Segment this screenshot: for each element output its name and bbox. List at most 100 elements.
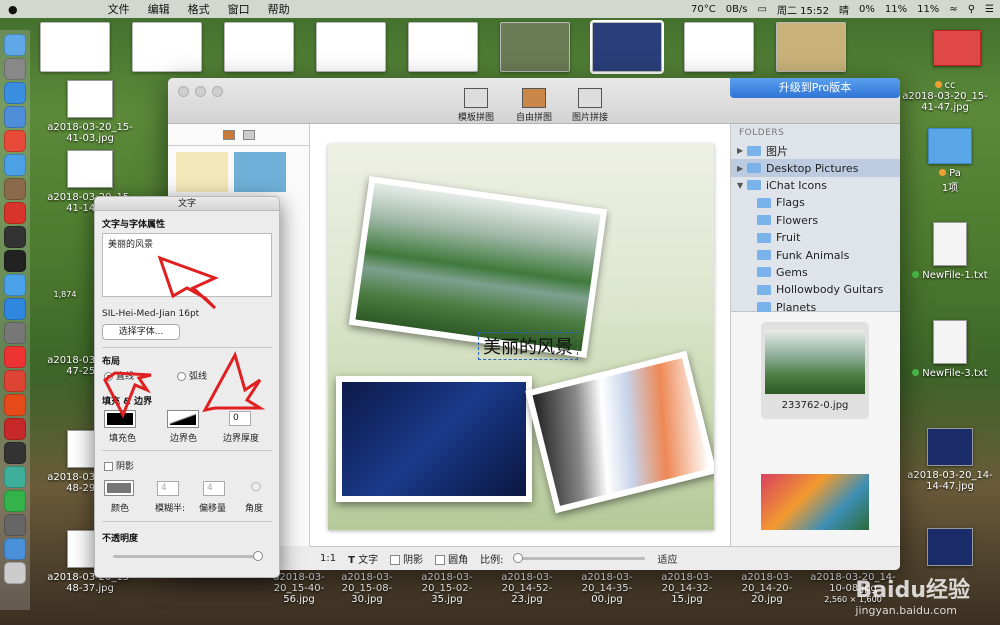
- preview-item-2[interactable]: [761, 474, 869, 536]
- settings-icon[interactable]: [4, 322, 26, 344]
- rounded-checkbox[interactable]: 圆角: [435, 551, 468, 566]
- yandex-icon[interactable]: [4, 346, 26, 368]
- desktop-file[interactable]: a2018-03-20_15-02-35.jpg: [408, 572, 486, 605]
- thumb-9[interactable]: [776, 22, 846, 72]
- shadow-checkbox[interactable]: 阴影: [390, 551, 423, 566]
- photo-wallpaper[interactable]: [525, 350, 714, 514]
- disclosure-icon[interactable]: ▼: [737, 181, 747, 190]
- desktop-file[interactable]: a2018-03-20_14-20-20.jpg: [728, 572, 806, 605]
- minimize-button[interactable]: [195, 86, 206, 97]
- desktop-file[interactable]: a2018-03-20_15-08-30.jpg: [328, 572, 406, 605]
- ratio-button[interactable]: 1:1: [320, 553, 336, 564]
- wechat-icon[interactable]: [4, 490, 26, 512]
- trash-icon[interactable]: [4, 562, 26, 584]
- finder-icon[interactable]: [4, 34, 26, 56]
- disclosure-icon[interactable]: ▶: [737, 164, 747, 173]
- upgrade-pro-button[interactable]: 升级到Pro版本: [730, 78, 900, 98]
- app-gray-icon[interactable]: [4, 514, 26, 536]
- launchpad-icon[interactable]: [4, 58, 26, 80]
- desktop-folder-pa[interactable]: Pa 1项: [905, 128, 995, 194]
- slider-knob[interactable]: [513, 553, 524, 563]
- downloads-icon[interactable]: [4, 538, 26, 560]
- text-button[interactable]: T 文字: [348, 551, 378, 566]
- menu-edit[interactable]: 编辑: [148, 1, 170, 17]
- vivaldi-icon[interactable]: [4, 418, 26, 440]
- desktop-file[interactable]: [905, 528, 995, 570]
- offset-field[interactable]: 4: [203, 481, 225, 496]
- thumb-2[interactable]: [132, 22, 202, 72]
- contacts-icon[interactable]: [4, 106, 26, 128]
- menu-file[interactable]: 文件: [108, 1, 130, 17]
- photo-screenshot[interactable]: [336, 376, 532, 502]
- apple-icon[interactable]: ●: [8, 3, 18, 16]
- background-thumb[interactable]: [176, 152, 228, 192]
- folder-item-gems[interactable]: Gems: [731, 264, 900, 281]
- thumb-6[interactable]: [500, 22, 570, 72]
- thumb-8[interactable]: [684, 22, 754, 72]
- shadow-checkbox[interactable]: 阴影: [104, 459, 134, 472]
- mail-icon[interactable]: [4, 154, 26, 176]
- list-icon[interactable]: ☰: [985, 4, 994, 15]
- thumb-5[interactable]: [408, 22, 478, 72]
- folder-item-flags[interactable]: Flags: [731, 194, 900, 211]
- folder-item-planets[interactable]: Planets: [731, 299, 900, 316]
- appstore-icon[interactable]: [4, 298, 26, 320]
- thumb-7[interactable]: [590, 20, 664, 74]
- close-button[interactable]: [178, 86, 189, 97]
- image-stitch-button[interactable]: 图片拼接: [572, 88, 608, 123]
- activity-icon[interactable]: [4, 226, 26, 248]
- folder-item-ichat-icons[interactable]: ▼ iChat Icons: [731, 177, 900, 194]
- desktop-file[interactable]: a2018-03-20_15-41-03.jpg: [45, 80, 135, 144]
- wifi-icon[interactable]: ≈: [949, 4, 957, 15]
- desktop-file[interactable]: a2018-03-20_14-14-47.jpg: [905, 428, 995, 492]
- opacity-slider[interactable]: [113, 551, 263, 561]
- thumb-3[interactable]: [224, 22, 294, 72]
- desktop-file-txt[interactable]: NewFile-3.txt: [905, 320, 995, 379]
- weibo-icon[interactable]: [4, 394, 26, 416]
- search-icon[interactable]: ⚲: [968, 4, 975, 15]
- app-blue-icon[interactable]: [4, 274, 26, 296]
- menu-format[interactable]: 格式: [188, 1, 210, 17]
- desktop-folder-cc[interactable]: cc a2018-03-20_15-41-47.jpg: [900, 80, 990, 113]
- safari-icon[interactable]: [4, 82, 26, 104]
- disclosure-icon[interactable]: ▶: [737, 146, 747, 155]
- scale-slider[interactable]: [513, 553, 646, 563]
- desktop-file[interactable]: a2018-03-20_14-32-15.jpg: [648, 572, 726, 605]
- menu-help[interactable]: 帮助: [268, 1, 290, 17]
- photo-landscape[interactable]: [348, 176, 608, 358]
- menu-window[interactable]: 窗口: [228, 1, 250, 17]
- chrome-icon[interactable]: [4, 370, 26, 392]
- shadow-color-well[interactable]: [104, 480, 134, 496]
- desktop-file[interactable]: a2018-03-20_14-52-23.jpg: [488, 572, 566, 605]
- canvas-text-box[interactable]: 美丽的风景: [478, 332, 578, 360]
- background-thumb[interactable]: [234, 152, 286, 192]
- folder-item-flowers[interactable]: Flowers: [731, 212, 900, 229]
- template-collage-button[interactable]: 模板拼图: [458, 88, 494, 123]
- preview-item[interactable]: 233762-0.jpg: [761, 322, 869, 419]
- free-collage-button[interactable]: 自由拼图: [516, 88, 552, 123]
- thumb-4[interactable]: [316, 22, 386, 72]
- angle-knob[interactable]: ◯: [251, 482, 261, 492]
- desktop-folder[interactable]: [912, 30, 1000, 70]
- folder-item-pictures[interactable]: ▶ 图片: [731, 142, 900, 159]
- folder-item-funk-animals[interactable]: Funk Animals: [731, 246, 900, 263]
- desktop-file[interactable]: a2018-03-20_14-35-00.jpg: [568, 572, 646, 605]
- zoom-button[interactable]: [212, 86, 223, 97]
- blur-field[interactable]: 4: [157, 481, 179, 496]
- terminal-icon[interactable]: [4, 250, 26, 272]
- desktop-file-txt[interactable]: NewFile-1.txt: [905, 222, 995, 281]
- app-red-icon[interactable]: [4, 130, 26, 152]
- weather[interactable]: 晴: [839, 2, 849, 17]
- folder-item-fruit[interactable]: Fruit: [731, 229, 900, 246]
- display-icon[interactable]: ▭: [758, 4, 767, 15]
- clock[interactable]: 周二 15:52: [777, 2, 829, 17]
- terminal2-icon[interactable]: [4, 442, 26, 464]
- app-brown-icon[interactable]: [4, 178, 26, 200]
- tab-templates-icon[interactable]: [242, 129, 255, 140]
- tab-photos-icon[interactable]: [222, 129, 235, 140]
- thumb-1[interactable]: [40, 22, 110, 72]
- app-teal-icon[interactable]: [4, 466, 26, 488]
- opacity-slider-knob[interactable]: [253, 551, 263, 561]
- folder-item-hollowbody-guitars[interactable]: Hollowbody Guitars: [731, 281, 900, 298]
- collage-canvas[interactable]: 美丽的风景: [328, 144, 714, 530]
